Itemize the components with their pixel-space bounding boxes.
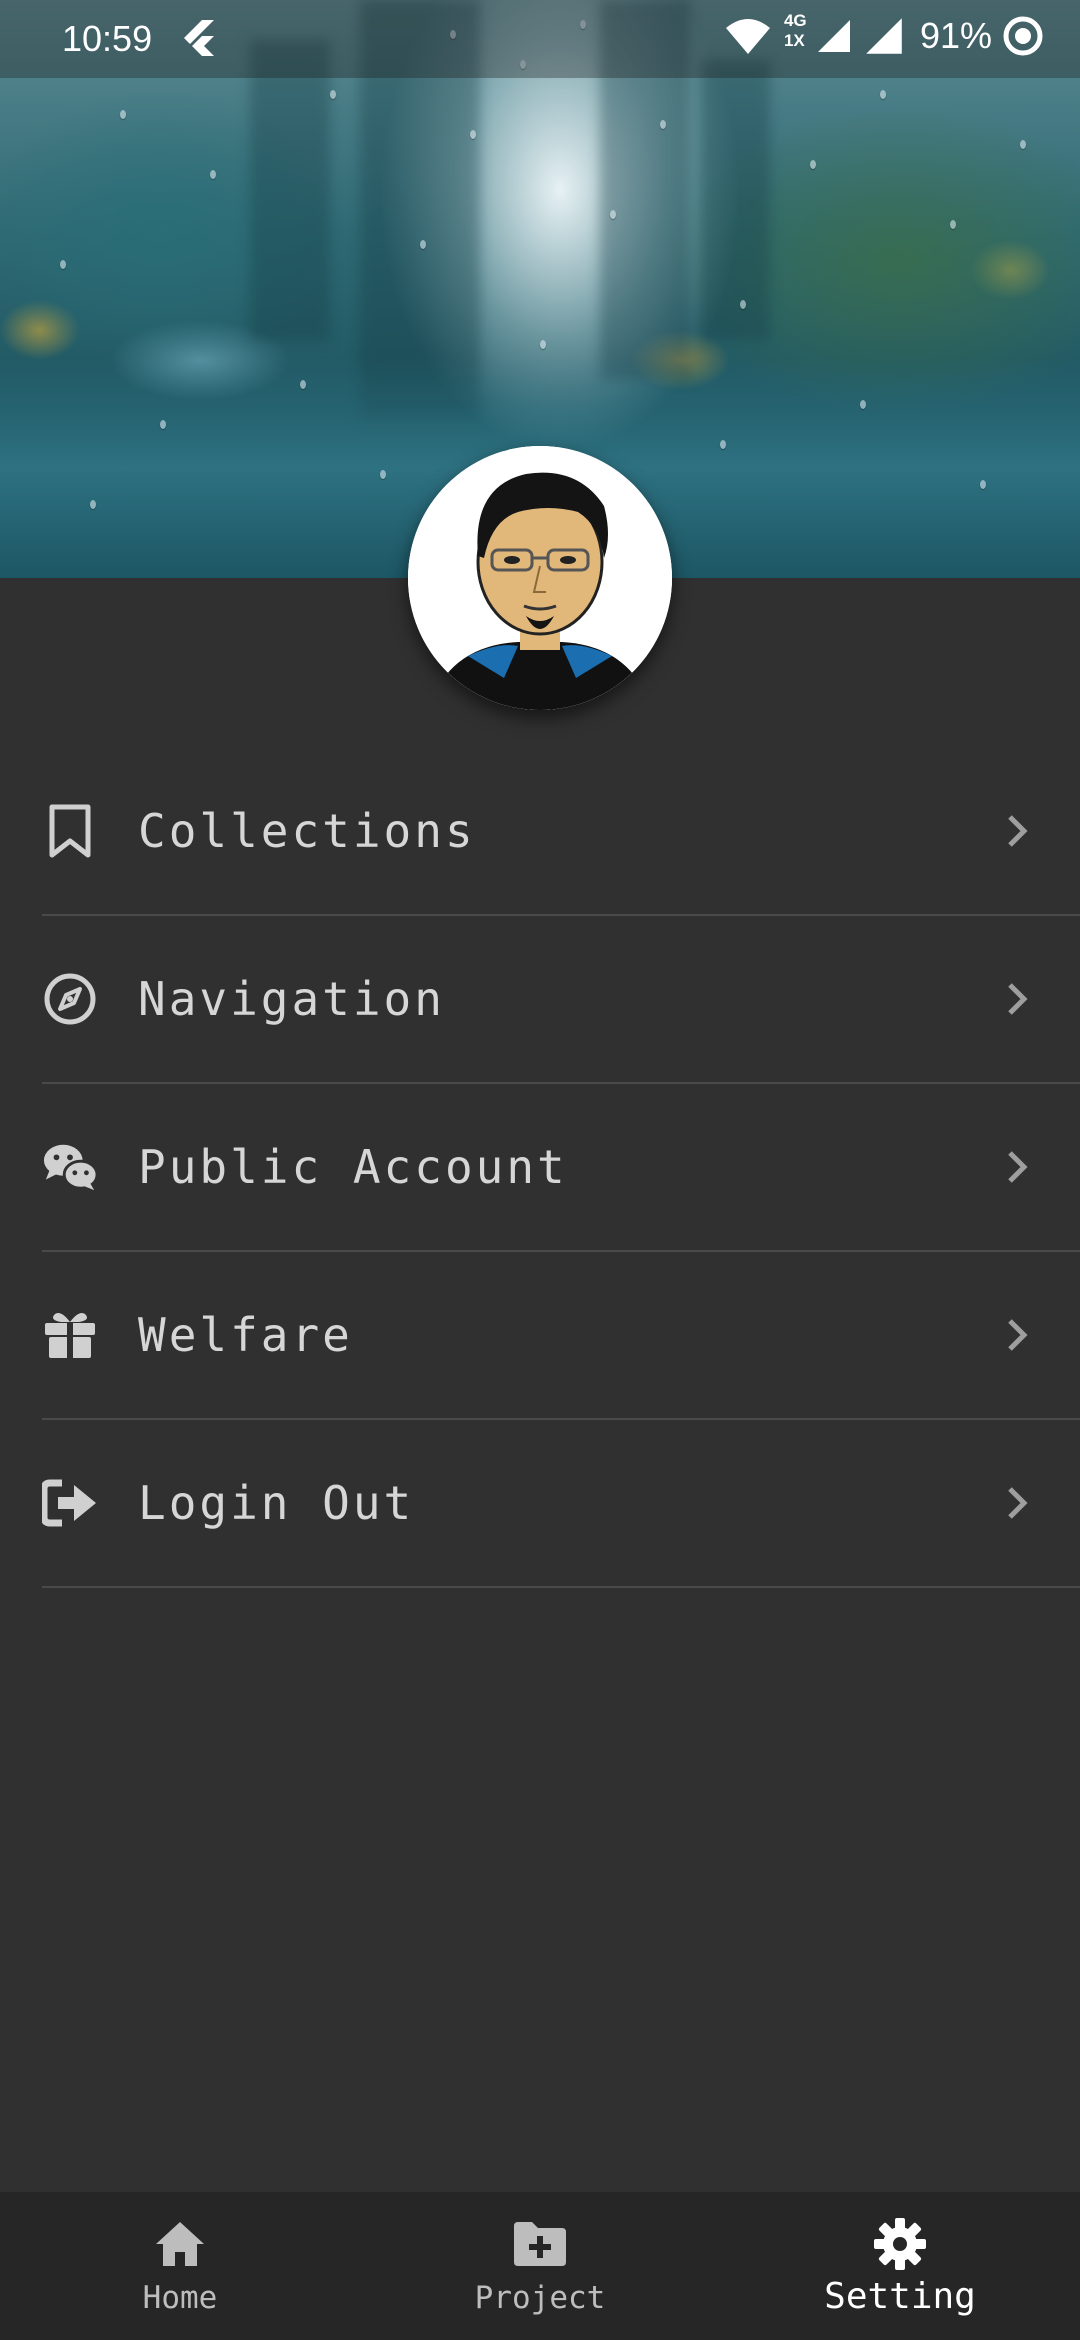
settings-menu: Collections Navigation Public Account We… [0,748,1080,1588]
tab-label: Setting [824,2276,976,2317]
menu-item-label: Public Account [138,1140,568,1194]
folder-plus-icon [514,2222,566,2266]
chevron-right-icon [1008,1151,1028,1183]
tab-setting[interactable]: Setting [720,2192,1080,2340]
menu-item-label: Collections [138,804,476,858]
tab-home[interactable]: Home [0,2192,360,2340]
chevron-right-icon [1008,815,1028,847]
tab-project[interactable]: Project [360,2192,720,2340]
flutter-icon [184,20,214,56]
wifi-icon [725,19,770,54]
menu-item-collections[interactable]: Collections [42,748,1080,916]
sync-icon [1003,16,1043,56]
status-bar: 10:59 4G 1X 91% [0,0,1080,78]
settings-screen: 10:59 4G 1X 91% Collections Navigation P… [0,0,1080,2340]
status-icons: 4G 1X 91% [724,11,1044,58]
signal-icon: 4G 1X [782,11,854,58]
network-badge-4g: 4G [783,11,807,30]
chevron-right-icon [1008,1487,1028,1519]
battery-percent: 91% [919,15,992,56]
menu-item-welfare[interactable]: Welfare [42,1252,1080,1420]
menu-item-public-account[interactable]: Public Account [42,1084,1080,1252]
avatar[interactable] [408,446,672,710]
menu-item-navigation[interactable]: Navigation [42,916,1080,1084]
gift-icon [42,1307,98,1363]
signal-icon [866,18,902,54]
home-icon [156,2222,204,2266]
gear-icon [874,2218,926,2270]
menu-item-label: Welfare [138,1308,353,1362]
sign-out-icon [42,1475,98,1531]
bottom-navigation: Home Project Setting [0,2192,1080,2340]
tab-label: Home [142,2280,218,2316]
menu-item-label: Login Out [138,1476,415,1530]
menu-item-login-out[interactable]: Login Out [42,1420,1080,1588]
bookmark-icon [42,803,98,859]
tab-label: Project [474,2280,606,2316]
menu-item-label: Navigation [138,972,445,1026]
wechat-icon [42,1139,98,1195]
chevron-right-icon [1008,1319,1028,1351]
status-time: 10:59 [62,18,153,59]
compass-icon [42,971,98,1027]
network-badge-1x: 1X [783,31,805,50]
chevron-right-icon [1008,983,1028,1015]
